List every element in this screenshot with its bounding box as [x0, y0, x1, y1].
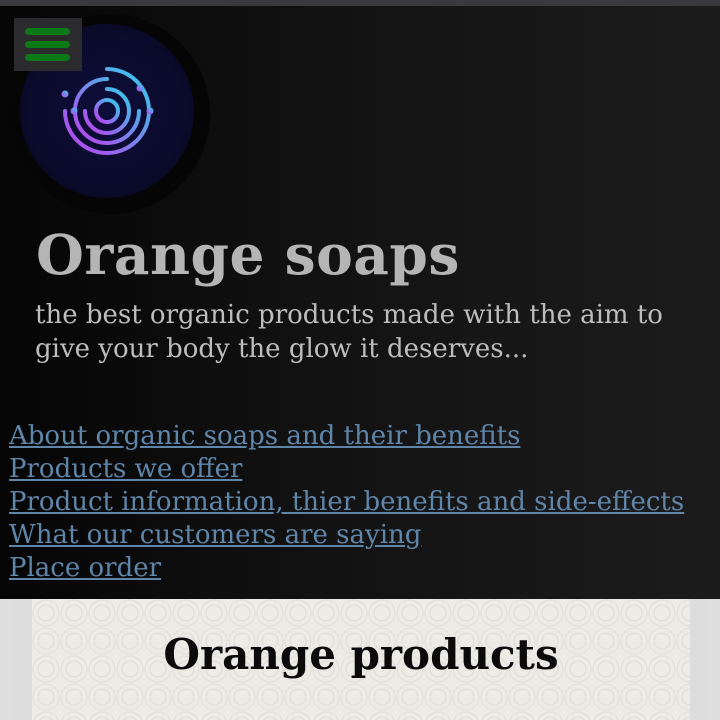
- section-title: Orange products: [163, 630, 559, 679]
- hamburger-menu-icon-bar: [25, 41, 70, 48]
- hero-header: Orange soaps the best organic products m…: [0, 6, 720, 599]
- hamburger-menu-icon-bar: [25, 54, 70, 61]
- nav-link-products[interactable]: Products we offer: [9, 453, 684, 486]
- nav-link-about[interactable]: About organic soaps and their benefits: [9, 420, 684, 453]
- main-navigation: About organic soaps and their benefits P…: [9, 420, 684, 585]
- site-tagline: the best organic products made with the …: [35, 300, 663, 364]
- products-section: Orange products: [32, 599, 690, 720]
- menu-button[interactable]: [14, 18, 82, 71]
- hamburger-menu-icon-bar: [25, 28, 70, 35]
- nav-link-testimonials[interactable]: What our customers are saying: [9, 519, 684, 552]
- nav-link-product-information[interactable]: Product information, thier benefits and …: [9, 486, 684, 519]
- nav-link-place-order[interactable]: Place order: [9, 552, 684, 585]
- site-title: Orange soaps: [36, 222, 460, 287]
- circular-circuit-logo-icon: [61, 67, 154, 155]
- main-content: Orange products: [14, 599, 707, 720]
